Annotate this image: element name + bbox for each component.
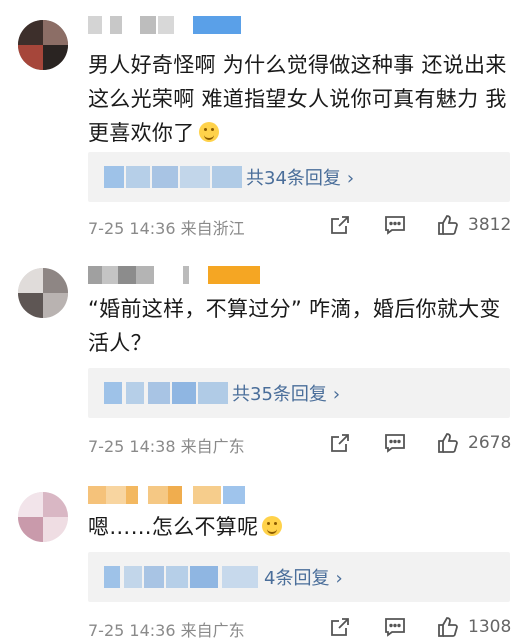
reply-preview-blurred xyxy=(104,166,254,188)
comment-text: 嗯……怎么不算呢 xyxy=(88,510,507,544)
like-count: 3812 xyxy=(468,215,512,235)
reply-preview-blurred xyxy=(104,382,234,404)
thumbs-up-icon[interactable] xyxy=(436,213,460,237)
reply-preview-blurred xyxy=(104,566,264,588)
replies-count-label: 4条回复 xyxy=(264,568,330,589)
replies-box[interactable]: 共34条回复 › xyxy=(88,152,510,202)
chevron-right-icon: › xyxy=(335,568,343,589)
grinning-sweat-emoji-icon xyxy=(198,122,219,142)
comment-body: “婚前这样，不算过分” 咋滴，婚后你就大变活人？ xyxy=(88,297,501,355)
replies-link[interactable]: 4条回复 › xyxy=(264,564,343,590)
comment-body: 男人好奇怪啊 为什么觉得做这种事 还说出来这么光荣啊 难道指望女人说你可真有魅力… xyxy=(88,53,507,145)
comment-1: 男人好奇怪啊 为什么觉得做这种事 还说出来这么光荣啊 难道指望女人说你可真有魅力… xyxy=(0,0,525,248)
replies-count-label: 共35条回复 xyxy=(232,384,327,405)
replies-link[interactable]: 共34条回复 › xyxy=(246,164,354,190)
comment-3: 嗯……怎么不算呢 4条回复 › 7-25 14:36 来自广东 1308 xyxy=(0,472,525,640)
replies-link[interactable]: 共35条回复 › xyxy=(232,380,340,406)
share-icon[interactable] xyxy=(328,615,352,639)
avatar[interactable] xyxy=(18,20,68,70)
like-count: 2678 xyxy=(468,433,512,453)
location: 来自广东 xyxy=(180,621,245,640)
comment-meta: 7-25 14:36 来自广东 1308 xyxy=(88,612,512,642)
share-icon[interactable] xyxy=(328,431,352,455)
avatar[interactable] xyxy=(18,268,68,318)
like-count: 1308 xyxy=(468,617,512,637)
comment-2: “婚前这样，不算过分” 咋滴，婚后你就大变活人？ 共35条回复 › 7-25 14… xyxy=(0,248,525,472)
username-blurred[interactable] xyxy=(88,266,268,284)
comment-text: 男人好奇怪啊 为什么觉得做这种事 还说出来这么光荣啊 难道指望女人说你可真有魅力… xyxy=(88,48,507,150)
username-blurred[interactable] xyxy=(88,16,268,34)
timestamp: 7-25 14:38 来自广东 xyxy=(88,437,245,456)
chevron-right-icon: › xyxy=(332,384,341,405)
comment-icon[interactable] xyxy=(383,213,407,237)
replies-count-label: 共34条回复 xyxy=(246,168,341,189)
timestamp: 7-25 14:36 来自浙江 xyxy=(88,219,245,238)
location: 来自浙江 xyxy=(180,219,245,238)
location: 来自广东 xyxy=(180,437,245,456)
share-icon[interactable] xyxy=(328,213,352,237)
replies-box[interactable]: 共35条回复 › xyxy=(88,368,510,418)
timestamp: 7-25 14:36 来自广东 xyxy=(88,621,245,640)
comment-icon[interactable] xyxy=(383,431,407,455)
comment-meta: 7-25 14:36 来自浙江 3812 xyxy=(88,210,512,240)
chevron-right-icon: › xyxy=(346,168,355,189)
avatar[interactable] xyxy=(18,492,68,542)
comment-text: “婚前这样，不算过分” 咋滴，婚后你就大变活人？ xyxy=(88,292,507,360)
thumbs-up-icon[interactable] xyxy=(436,615,460,639)
comment-body: 嗯……怎么不算呢 xyxy=(88,515,259,539)
comment-icon[interactable] xyxy=(383,615,407,639)
replies-box[interactable]: 4条回复 › xyxy=(88,552,510,602)
comment-meta: 7-25 14:38 来自广东 2678 xyxy=(88,428,512,458)
username-blurred[interactable] xyxy=(88,486,268,504)
smiling-face-emoji-icon xyxy=(262,516,283,536)
thumbs-up-icon[interactable] xyxy=(436,431,460,455)
